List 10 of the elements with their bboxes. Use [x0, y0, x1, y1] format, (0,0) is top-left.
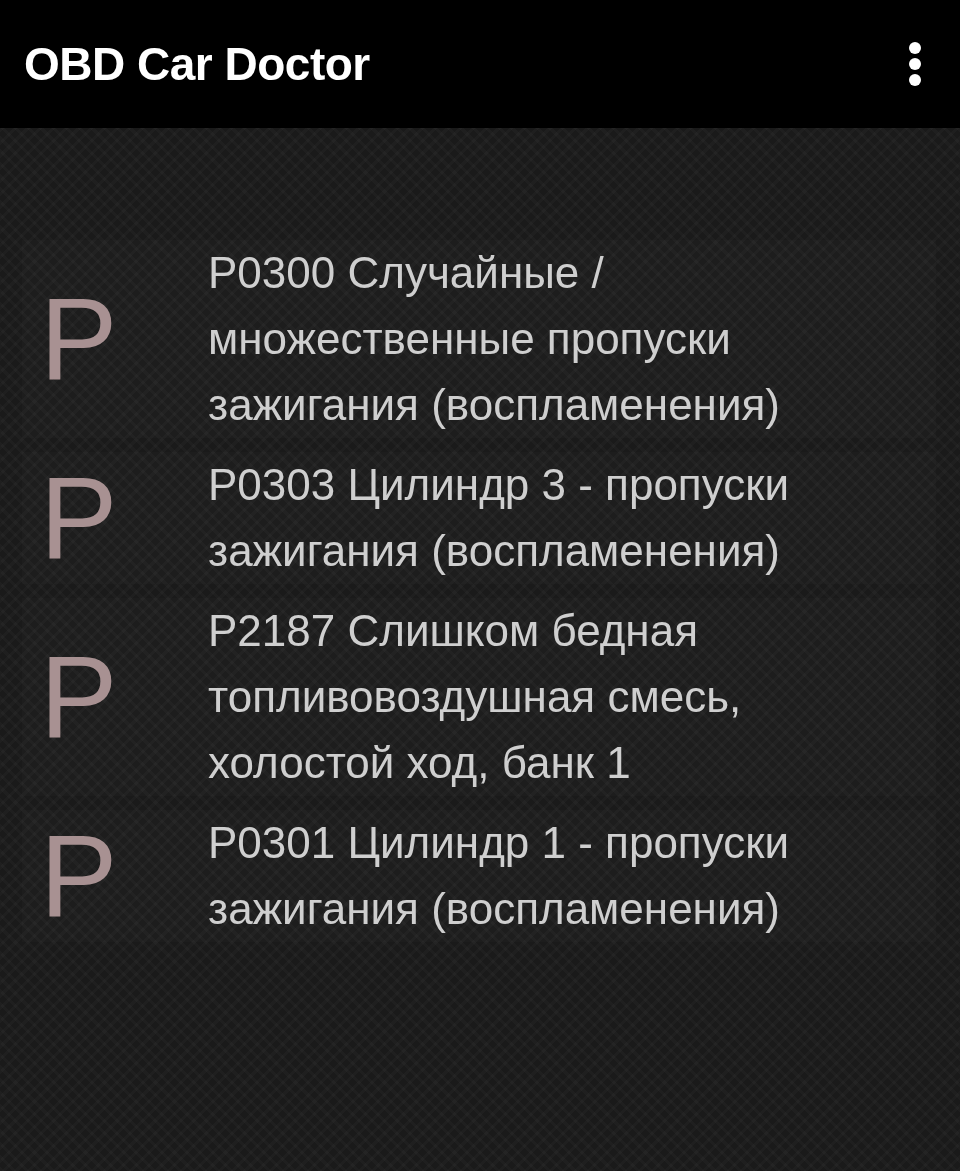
- code-letter: P: [39, 818, 119, 934]
- code-letter: P: [39, 281, 119, 397]
- code-letter: P: [39, 639, 119, 755]
- app-title: OBD Car Doctor: [24, 37, 370, 91]
- code-letter: P: [39, 460, 119, 576]
- code-description: P0301 Цилиндр 1 - пропуски зажигания (воспламенения): [208, 817, 790, 935]
- code-description: P0303 Цилиндр 3 - пропуски зажигания (воспламенения): [208, 459, 790, 577]
- code-description: P2187 Слишком бедная топливовоздушная смесь, холостой ход, банк 1: [208, 605, 743, 789]
- more-options-icon[interactable]: [908, 41, 922, 87]
- code-description: P0300 Случайные / множественные пропуски зажигания (воспламенения): [208, 247, 781, 431]
